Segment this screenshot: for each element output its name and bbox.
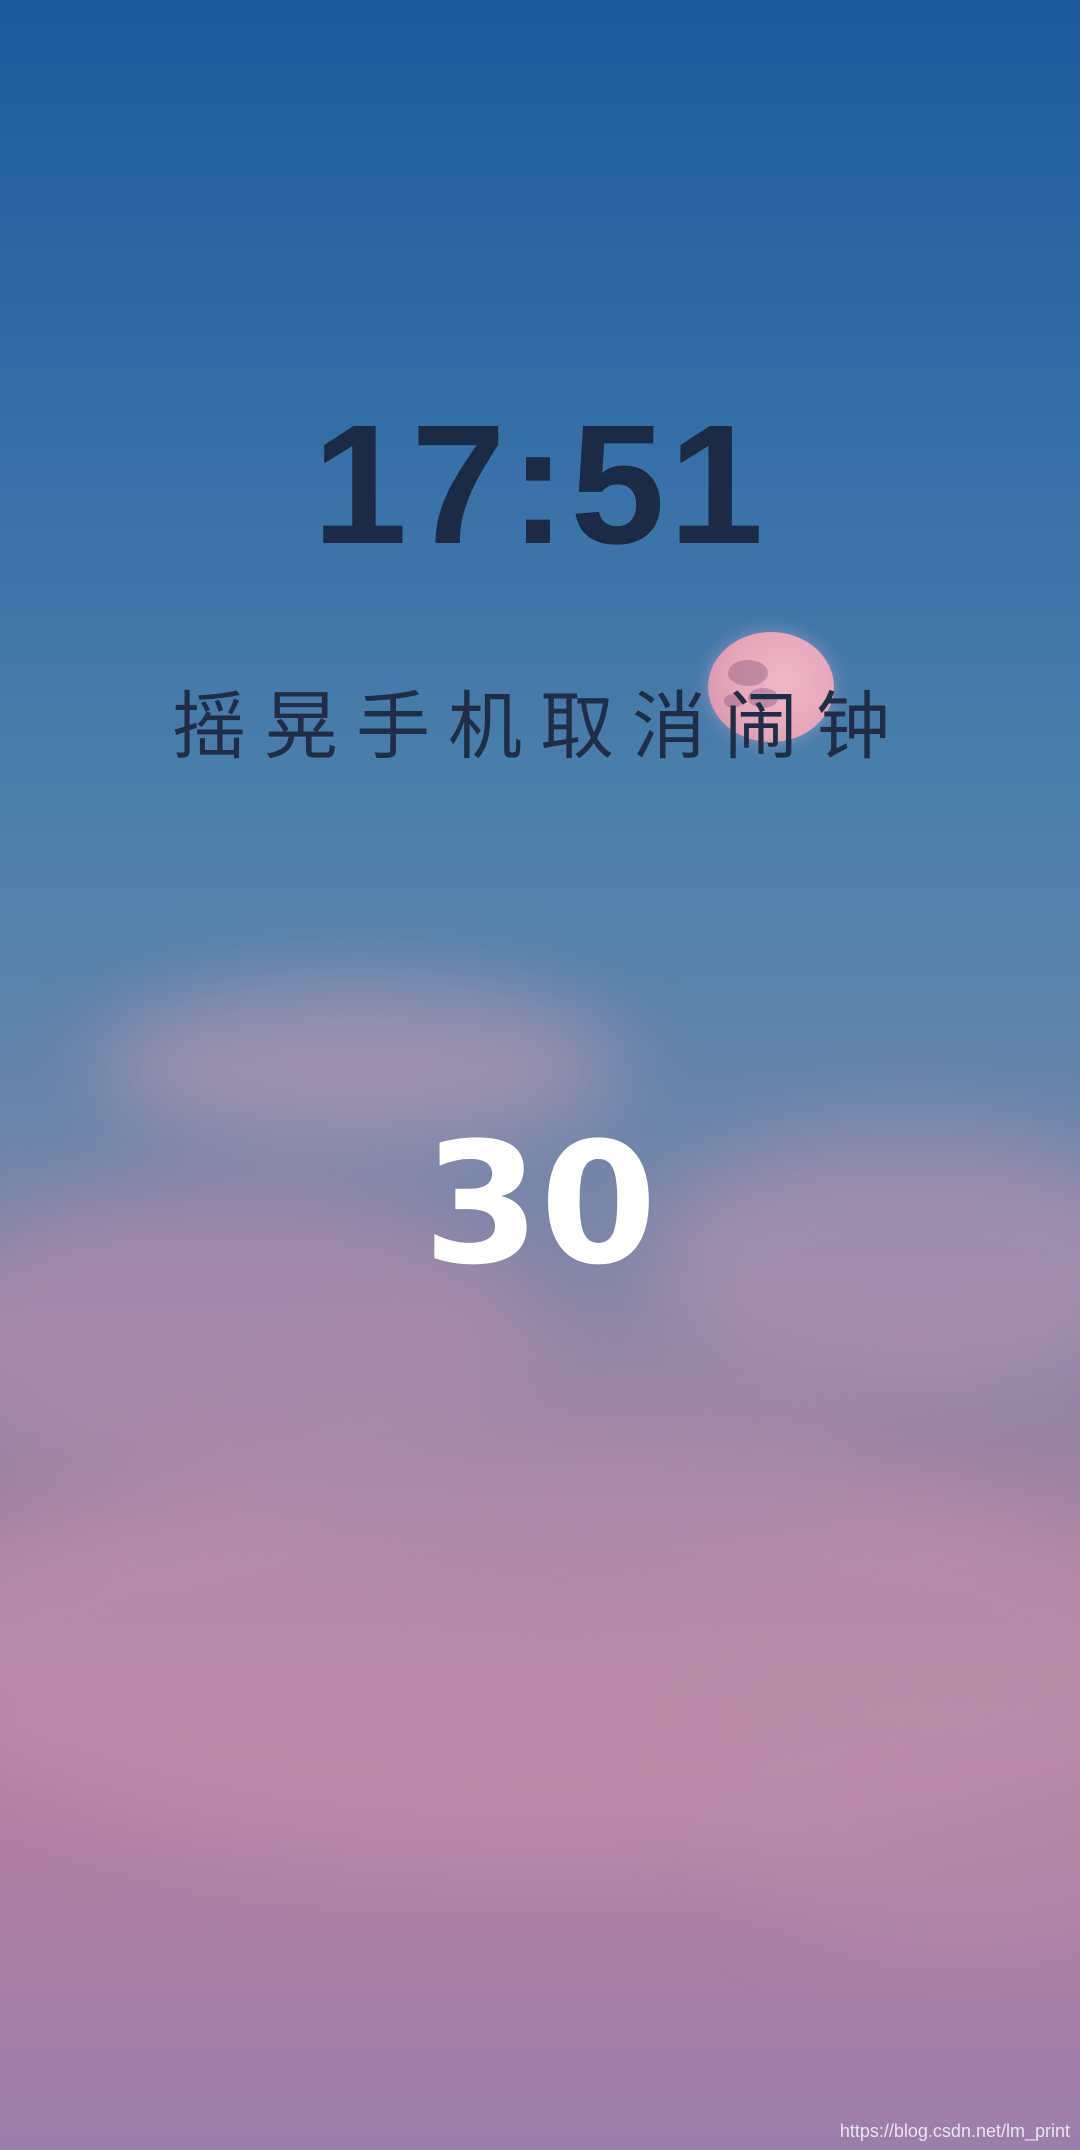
- clock-time: 17:51: [312, 390, 768, 580]
- moon-crater: [728, 660, 768, 686]
- watermark: https://blog.csdn.net/lm_print: [839, 2121, 1070, 2141]
- shake-to-dismiss-message: 摇晃手机取消闹钟: [172, 684, 908, 770]
- alarm-screen: 17:51 摇晃手机取消闹钟 30 https://blog.csdn.net/…: [0, 0, 1080, 2150]
- cloud: [250, 1320, 870, 1580]
- countdown-timer: 30: [423, 1106, 657, 1302]
